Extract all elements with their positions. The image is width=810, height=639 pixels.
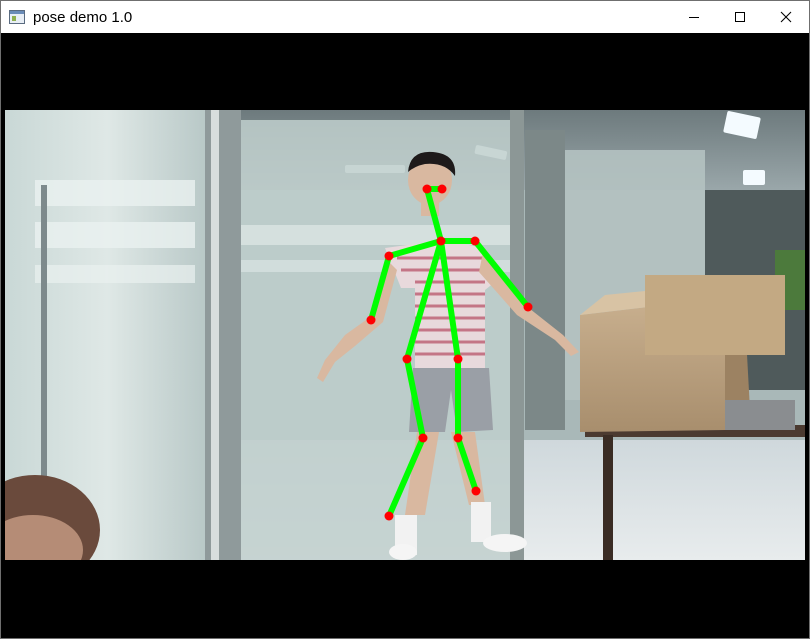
door-frame xyxy=(205,110,241,560)
title-bar[interactable]: pose demo 1.0 xyxy=(1,1,809,33)
video-viewport xyxy=(1,33,809,638)
frosted-band xyxy=(35,222,195,248)
skeleton-joint-ankle-left xyxy=(384,511,394,521)
skeleton-joint-neck xyxy=(436,236,446,246)
skeleton-joint-knee-left xyxy=(418,433,428,443)
minimize-button[interactable] xyxy=(671,1,717,33)
skeleton-joint-eye-left xyxy=(422,184,432,194)
skeleton-joint-eye-right xyxy=(437,184,447,194)
app-window-icon xyxy=(9,10,25,24)
table-leg xyxy=(603,435,613,560)
minimize-icon xyxy=(689,17,699,18)
maximize-button[interactable] xyxy=(717,1,763,33)
skeleton-joint-hip-right xyxy=(453,354,463,364)
close-icon xyxy=(780,11,792,23)
window-title: pose demo 1.0 xyxy=(33,8,133,26)
camera-frame xyxy=(5,110,805,560)
skeleton-joint-hip-left xyxy=(402,354,412,364)
frosted-band xyxy=(35,180,195,206)
door-handle xyxy=(41,185,47,485)
partition-frame xyxy=(510,110,524,560)
ceiling-light xyxy=(743,170,765,185)
pose-scene xyxy=(5,110,805,560)
maximize-icon xyxy=(735,12,745,22)
person-shoe-left xyxy=(389,544,417,560)
pillar xyxy=(525,130,565,430)
person-sock-right xyxy=(471,502,491,542)
skeleton-joint-elbow-left xyxy=(366,315,376,325)
skeleton-joint-elbow-right xyxy=(523,302,533,312)
equipment xyxy=(725,400,795,430)
person-shoe-right xyxy=(483,534,527,552)
window-controls xyxy=(671,1,809,33)
close-button[interactable] xyxy=(763,1,809,33)
frosted-band xyxy=(35,265,195,283)
app-window: pose demo 1.0 xyxy=(0,0,810,639)
skeleton-joint-knee-right xyxy=(453,433,463,443)
skeleton-joint-ankle-right xyxy=(471,486,481,496)
skeleton-joint-shoulder-right xyxy=(470,236,480,246)
cardboard-box-back xyxy=(645,275,785,355)
skeleton-joint-shoulder-left xyxy=(384,251,394,261)
door-frame-highlight xyxy=(211,110,219,560)
